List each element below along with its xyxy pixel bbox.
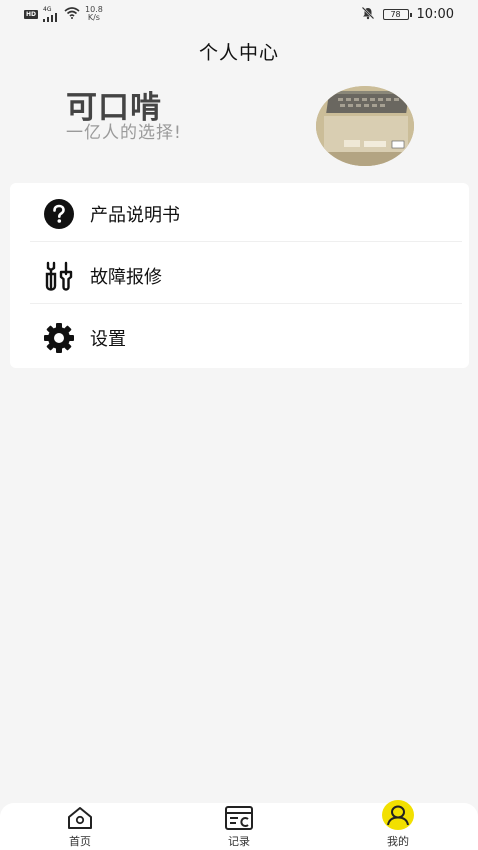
menu-label-manual: 产品说明书	[90, 204, 180, 226]
status-right: 78 10:00	[361, 6, 454, 23]
question-icon	[43, 198, 75, 230]
brand-slogan: 一亿人的选择!	[66, 123, 182, 143]
user-icon	[382, 800, 414, 831]
active-indicator	[382, 800, 414, 830]
home-icon	[64, 805, 96, 831]
clock: 10:00	[416, 6, 454, 22]
nav-record[interactable]: 记录	[199, 803, 279, 850]
hd-badge: HD	[24, 9, 39, 19]
menu-item-repair[interactable]: 故障报修	[10, 245, 469, 306]
status-left: HD 4G 10.8 K/s	[24, 6, 103, 22]
avatar[interactable]	[316, 86, 414, 166]
menu-item-manual[interactable]: 产品说明书	[10, 183, 469, 244]
speed-unit: K/s	[87, 13, 100, 22]
nav-label-mine: 我的	[387, 835, 409, 848]
nav-home[interactable]: 首页	[40, 803, 120, 850]
nav-label-record: 记录	[228, 835, 250, 848]
status-bar: HD 4G 10.8 K/s 78 10:00	[0, 0, 478, 28]
wifi-icon	[64, 6, 80, 22]
nav-label-home: 首页	[69, 835, 91, 848]
mute-icon	[361, 6, 375, 23]
divider	[30, 241, 462, 242]
record-icon	[223, 805, 255, 831]
avatar-photo	[316, 86, 414, 166]
menu-label-repair: 故障报修	[90, 266, 162, 288]
menu-label-settings: 设置	[90, 328, 126, 350]
menu-card: 产品说明书 故障报修 设置	[10, 183, 469, 368]
page-title: 个人中心	[198, 42, 279, 64]
gear-icon	[43, 322, 75, 354]
divider	[30, 303, 462, 304]
wrench-icon	[43, 260, 75, 292]
nav-mine[interactable]: 我的	[358, 800, 438, 850]
signal-icon: 4G	[43, 6, 59, 22]
menu-item-settings[interactable]: 设置	[10, 307, 469, 368]
battery-level: 78	[390, 9, 401, 19]
bottom-nav: 首页 记录 我的	[0, 800, 478, 850]
battery-icon: 78	[382, 8, 412, 20]
network-speed: 10.8 K/s	[85, 6, 103, 22]
